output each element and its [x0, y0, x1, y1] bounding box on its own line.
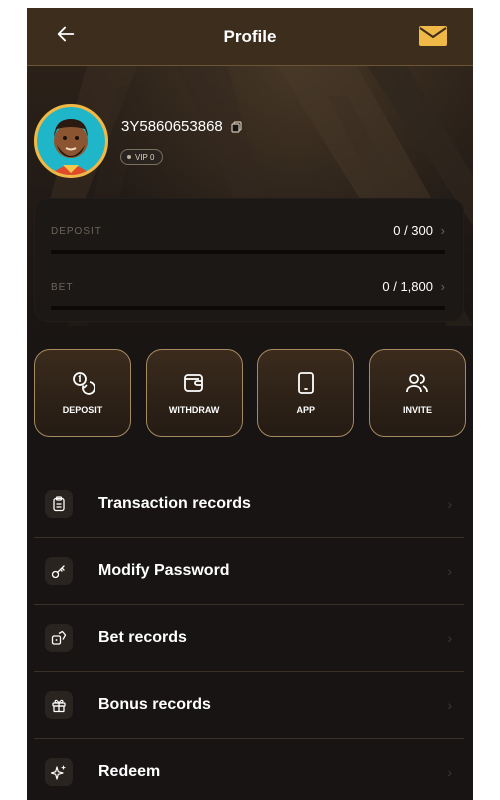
- gift-icon-box: [45, 691, 73, 719]
- menu-item-bonus-records[interactable]: Bonus records ›: [34, 672, 464, 739]
- back-arrow-icon[interactable]: [55, 23, 77, 45]
- menu-item-redeem[interactable]: Redeem ›: [34, 739, 464, 800]
- progress-card: DEPOSIT 0 / 300 › BET 0 / 1,800 ›: [34, 198, 464, 322]
- menu-item-modify-password[interactable]: Modify Password ›: [34, 538, 464, 605]
- withdraw-label: WITHDRAW: [168, 405, 220, 415]
- deposit-label: DEPOSIT: [62, 405, 103, 415]
- chevron-right-icon: ›: [440, 279, 445, 294]
- deposit-progress-label: DEPOSIT: [51, 226, 102, 237]
- sparkles-icon-box: [45, 758, 73, 786]
- copy-icon[interactable]: [231, 120, 243, 133]
- user-id-text: 3Y5860653868: [121, 118, 223, 135]
- coins-icon: [72, 372, 95, 395]
- app-button[interactable]: APP: [257, 349, 355, 437]
- menu-item-label: Redeem: [98, 763, 161, 780]
- dice-icon: [51, 630, 67, 645]
- gift-icon: [52, 699, 66, 713]
- chevron-right-icon: ›: [447, 563, 452, 579]
- withdraw-button[interactable]: WITHDRAW: [145, 349, 243, 437]
- user-id: 3Y5860653868: [121, 118, 243, 135]
- dice-icon-box: [45, 624, 73, 652]
- page-title: Profile: [223, 26, 277, 46]
- vip-label: VIP 0: [135, 152, 155, 162]
- menu-item-transaction-records[interactable]: Transaction records ›: [34, 471, 464, 538]
- profile-screen: Profile 3Y5860653868 VIP 0 DEPOSIT 0 / 3…: [27, 8, 473, 800]
- bet-progress-bar: [51, 306, 445, 310]
- vip-badge: VIP 0: [120, 149, 164, 165]
- chevron-right-icon: ›: [447, 630, 452, 646]
- invite-button[interactable]: INVITE: [368, 349, 466, 437]
- chevron-right-icon: ›: [447, 496, 452, 512]
- phone-icon: [297, 372, 314, 394]
- quick-actions: DEPOSIT WITHDRAW APP INVITE: [34, 349, 466, 437]
- bet-progress-value: 0 / 1,800: [382, 279, 433, 294]
- deposit-button[interactable]: DEPOSIT: [34, 349, 131, 437]
- bet-progress-label: BET: [51, 282, 74, 293]
- deposit-progress-value: 0 / 300: [393, 223, 433, 238]
- sparkles-icon: [51, 765, 66, 780]
- menu-item-label: Modify Password: [98, 562, 230, 579]
- deposit-progress-bar: [51, 250, 445, 254]
- clipboard-icon: [53, 496, 65, 512]
- key-icon-box: [45, 557, 73, 585]
- menu-item-label: Transaction records: [98, 495, 251, 512]
- users-icon: [406, 374, 429, 393]
- menu-item-bet-records[interactable]: Bet records ›: [34, 605, 464, 672]
- menu-item-label: Bet records: [98, 629, 187, 646]
- chevron-right-icon: ›: [440, 223, 445, 238]
- invite-label: INVITE: [402, 405, 432, 415]
- key-icon: [51, 565, 65, 579]
- avatar-illustration: [37, 107, 105, 175]
- app-label: APP: [296, 405, 316, 415]
- vip-dot-icon: [127, 155, 131, 159]
- menu-item-label: Bonus records: [98, 696, 211, 713]
- chevron-right-icon: ›: [447, 697, 452, 713]
- wallet-icon: [184, 374, 204, 392]
- clipboard-icon-box: [45, 490, 73, 518]
- mail-icon[interactable]: [419, 26, 447, 46]
- top-bar: Profile: [27, 8, 473, 66]
- profile-menu: Transaction records › Modify Password ›: [34, 471, 464, 800]
- chevron-right-icon: ›: [447, 764, 452, 780]
- avatar[interactable]: [34, 104, 108, 178]
